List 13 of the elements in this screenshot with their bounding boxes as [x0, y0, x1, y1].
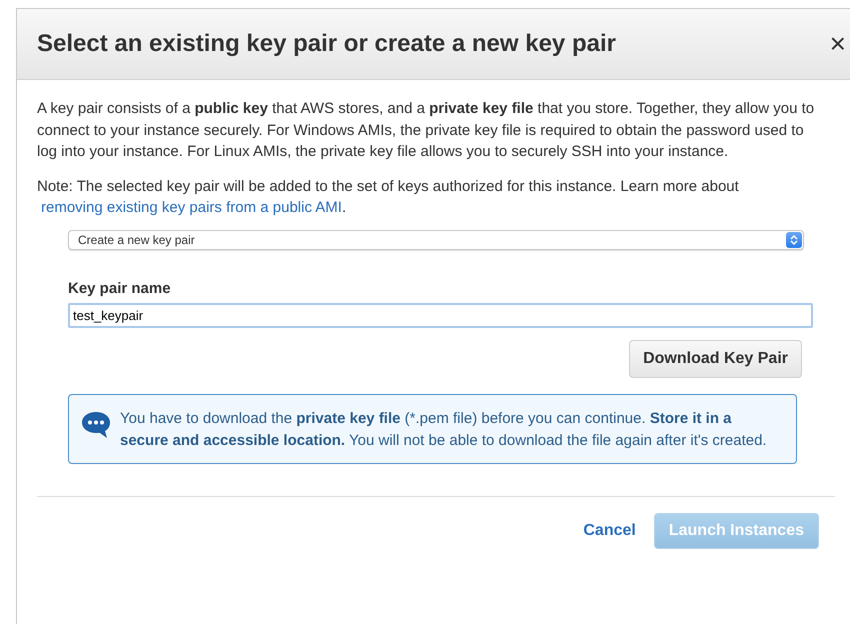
chat-bubble-icon [81, 410, 111, 438]
key-pair-name-input[interactable]: test_keypair [68, 302, 813, 328]
field-label: Key pair name [68, 280, 171, 296]
intro-paragraph: A key pair consists of a public key that AWS stores, and a private key file that you store. Together, they allow you to connect to your instance securely. For Windows AMIs, the private key file is required to obtain the password used to log into your instance. For Linux AMIs, the private key file allows you to securely SSH into your instance. [37, 99, 816, 162]
cancel-link[interactable]: Cancel [583, 522, 636, 540]
dialog-title: Select an existing key pair or create a new key pair [37, 30, 616, 58]
dropdown-arrows-icon [786, 232, 802, 248]
note-paragraph: Note: The selected key pair will be added to the set of keys authorized for this instance. Learn more about removing existing key pairs from a public AMI. [37, 176, 740, 218]
download-key-pair-button[interactable]: Download Key Pair [629, 340, 802, 378]
key-pair-dropdown[interactable]: Create a new key pair [68, 230, 804, 250]
help-link[interactable]: removing existing key pairs from a public AMI [41, 199, 342, 216]
info-message: You have to download the private key file (*.pem file) before you can continue. Store it in a secure and accessible location. You will not be able to download the file again after it's created. [120, 408, 768, 451]
close-button[interactable]: × [830, 28, 846, 60]
